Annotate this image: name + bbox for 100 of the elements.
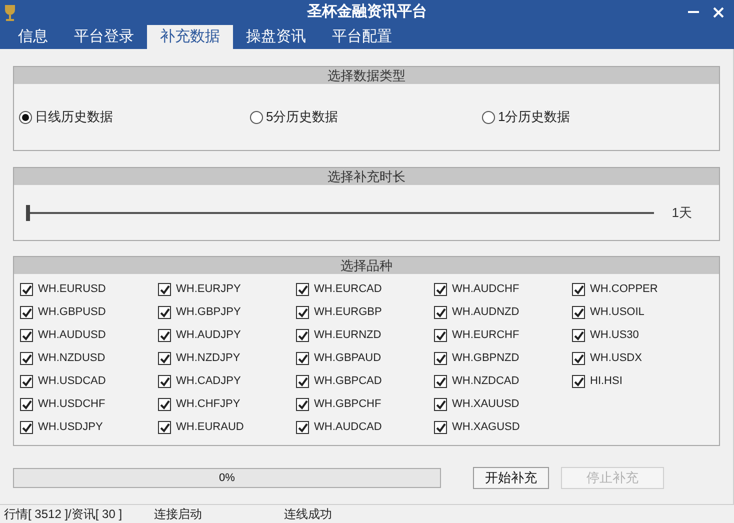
checkbox-label: WH.COPPER (590, 282, 658, 298)
checkbox[interactable] (20, 398, 33, 411)
check-icon (298, 376, 308, 386)
radio-button[interactable] (250, 110, 263, 124)
tab[interactable]: 平台配置 (319, 25, 405, 49)
checkbox[interactable] (572, 306, 585, 319)
check-icon (298, 422, 308, 432)
checkbox-label: WH.EURCHF (452, 328, 520, 344)
checkbox[interactable] (20, 306, 33, 319)
check-icon (436, 308, 446, 318)
checkbox-label: WH.GBPJPY (176, 305, 241, 320)
section-title: 选择品种 (14, 257, 719, 274)
checkbox-label: WH.AUDJPY (176, 328, 241, 344)
checkbox[interactable] (20, 375, 33, 388)
checkbox[interactable] (158, 421, 171, 434)
check-icon (298, 400, 308, 410)
check-icon (574, 308, 584, 318)
trophy-icon (3, 4, 17, 22)
radio-button[interactable] (482, 110, 495, 124)
check-icon (22, 354, 32, 364)
section-title: 选择数据类型 (14, 67, 719, 84)
tab[interactable]: 平台登录 (61, 25, 147, 49)
checkbox-label: WH.USDCHF (38, 397, 106, 412)
radio-button[interactable] (19, 110, 32, 124)
checkbox[interactable] (158, 352, 171, 365)
checkbox[interactable] (434, 329, 447, 342)
checkbox-label: WH.NZDUSD (38, 351, 106, 366)
close-icon[interactable] (713, 7, 724, 18)
checkbox-label: WH.GBPUSD (38, 305, 106, 320)
checkbox-label: HI.HSI (590, 374, 622, 390)
checkbox[interactable] (296, 352, 309, 365)
checkbox[interactable] (158, 329, 171, 342)
checkbox[interactable] (20, 352, 33, 365)
check-icon (298, 354, 308, 364)
checkbox-label: WH.EURGBP (314, 305, 382, 320)
check-icon (160, 284, 170, 294)
duration-value: 1天 (672, 204, 692, 222)
checkbox-label: WH.USDJPY (38, 420, 103, 436)
checkbox-label: WH.EURCAD (314, 282, 382, 298)
checkbox-label: WH.AUDCHF (452, 282, 520, 298)
checkbox[interactable] (572, 375, 585, 388)
check-icon (22, 330, 32, 340)
checkbox[interactable] (434, 421, 447, 434)
check-icon (298, 330, 308, 340)
checkbox-label: WH.EURNZD (314, 328, 382, 344)
checkbox[interactable] (434, 306, 447, 319)
checkbox-label: WH.US30 (590, 328, 639, 344)
checkbox[interactable] (434, 398, 447, 411)
checkbox[interactable] (296, 329, 309, 342)
check-icon (436, 422, 446, 432)
checkbox-label: WH.CADJPY (176, 374, 241, 390)
slider-track[interactable] (26, 204, 654, 220)
checkbox-label: WH.EURAUD (176, 420, 244, 436)
check-icon (160, 376, 170, 386)
radio-label: 日线历史数据 (35, 108, 113, 126)
checkbox[interactable] (296, 283, 309, 296)
check-icon (436, 376, 446, 386)
checkbox[interactable] (20, 329, 33, 342)
checkbox[interactable] (158, 398, 171, 411)
check-icon (22, 308, 32, 318)
progress-text: 0% (219, 470, 235, 486)
check-icon (160, 308, 170, 318)
checkbox-label: WH.GBPAUD (314, 351, 382, 366)
window-title: 圣杯金融资讯平台 (307, 2, 427, 22)
tab[interactable]: 补充数据 (147, 25, 233, 49)
checkbox[interactable] (434, 375, 447, 388)
checkbox[interactable] (296, 306, 309, 319)
check-icon (436, 400, 446, 410)
check-icon (160, 400, 170, 410)
check-icon (22, 400, 32, 410)
checkbox[interactable] (572, 352, 585, 365)
checkbox[interactable] (572, 283, 585, 296)
checkbox-label: WH.AUDCAD (314, 420, 382, 436)
checkbox[interactable] (434, 283, 447, 296)
checkbox[interactable] (296, 375, 309, 388)
checkbox-label: WH.CHFJPY (176, 397, 240, 412)
tab[interactable]: 信息 (5, 25, 61, 49)
checkbox[interactable] (572, 329, 585, 342)
checkbox-label: WH.EURJPY (176, 282, 241, 298)
checkbox-label: WH.GBPCAD (314, 374, 382, 390)
checkbox[interactable] (20, 421, 33, 434)
checkbox[interactable] (20, 283, 33, 296)
check-icon (160, 354, 170, 364)
checkbox-label: WH.USDCAD (38, 374, 106, 390)
check-icon (160, 330, 170, 340)
minimize-icon[interactable] (688, 11, 699, 14)
checkbox-label: WH.NZDCAD (452, 374, 520, 390)
check-icon (22, 284, 32, 294)
checkbox[interactable] (434, 352, 447, 365)
check-icon (298, 284, 308, 294)
checkbox[interactable] (158, 283, 171, 296)
checkbox[interactable] (158, 306, 171, 319)
start-button[interactable]: 开始补充 (473, 467, 549, 489)
status-text: 连接启动 (154, 506, 203, 523)
tab[interactable]: 操盘资讯 (233, 25, 319, 49)
checkbox[interactable] (158, 375, 171, 388)
checkbox[interactable] (296, 421, 309, 434)
checkbox[interactable] (296, 398, 309, 411)
check-icon (574, 330, 584, 340)
slider-thumb[interactable] (26, 204, 30, 220)
